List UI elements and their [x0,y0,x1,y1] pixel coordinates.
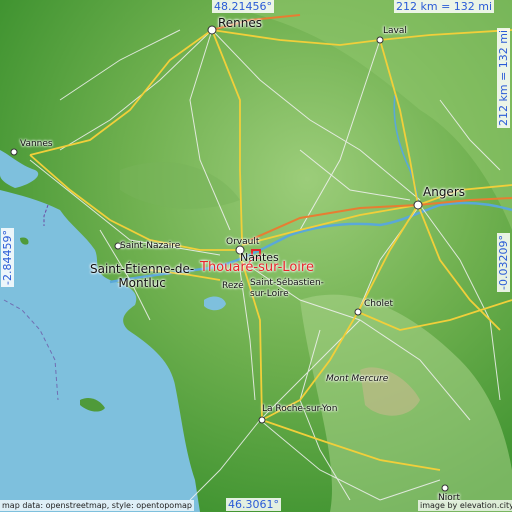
place-label-cholet[interactable]: Cholet [364,300,393,309]
place-label-saint-sebastien-sur-loire[interactable]: Saint-Sébastien- sur-Loire [250,278,324,300]
coord-top: 48.21456° [212,0,274,13]
place-label-saint-nazaire[interactable]: Saint-Nazaire [120,242,180,251]
highlighted-place-label[interactable]: Thouaré-sur-Loire [200,261,314,274]
place-label-angers[interactable]: Angers [423,186,465,198]
coord-left: -2.84459° [1,228,14,287]
credit-map-data: map data: openstreetmap, style: opentopo… [0,500,194,511]
credit-image: image by elevation.city [418,500,512,511]
place-label-rennes[interactable]: Rennes [218,17,262,29]
place-label-orvault[interactable]: Orvault [226,238,259,247]
place-label-la-roche-sur-yon[interactable]: La Roche-sur-Yon [262,405,337,414]
map-view[interactable]: Rennes Laval Vannes Angers Saint-Nazaire… [0,0,512,512]
place-label-mont-mercure[interactable]: Mont Mercure [326,375,388,384]
scale-horizontal: 212 km = 132 mi [394,0,495,13]
coord-right: -0.03209° [497,233,510,292]
place-label-reze[interactable]: Rezé [222,282,244,291]
place-label-laval[interactable]: Laval [383,27,407,36]
place-label-vannes[interactable]: Vannes [20,140,53,149]
place-label-saint-etienne-de-montluc[interactable]: Saint-Étienne-de- Montluc [90,262,194,290]
coord-bottom: 46.3061° [226,498,281,511]
scale-vertical: 212 km = 132 mi [497,27,510,128]
